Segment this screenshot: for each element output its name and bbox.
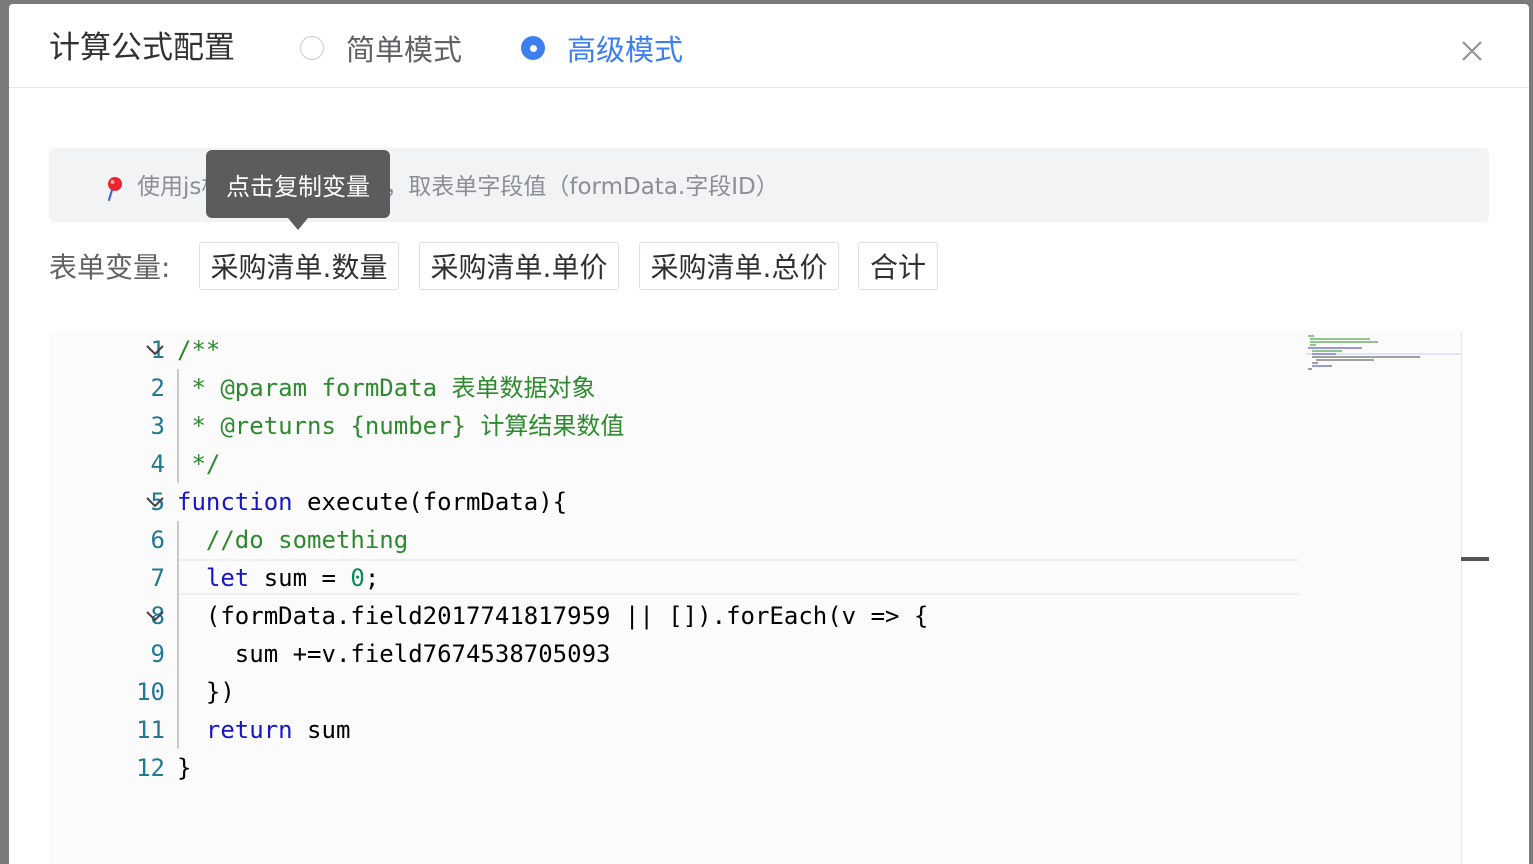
line-number: 6: [150, 526, 165, 554]
dialog-title: 计算公式配置: [49, 30, 235, 66]
variable-button-total-price[interactable]: 采购清单.总价: [639, 242, 839, 290]
radio-simple-mode[interactable]: 简单模式: [300, 28, 462, 68]
code-line: * @param formData 表单数据对象: [177, 374, 596, 402]
line-number: 7: [150, 564, 165, 592]
code-line: sum +=v.field7674538705093: [177, 640, 611, 668]
radio-advanced-indicator[interactable]: [521, 36, 545, 60]
code-line: let sum = 0;: [205, 564, 380, 592]
code-line: return sum: [205, 716, 351, 744]
pin-icon: [103, 176, 125, 204]
fold-chevron-down-icon[interactable]: [143, 597, 167, 635]
line-number: 10: [136, 678, 165, 706]
fold-chevron-down-icon[interactable]: [143, 331, 167, 369]
variable-button-unit-price[interactable]: 采购清单.单价: [419, 242, 619, 290]
line-number: 2: [150, 374, 165, 402]
variable-button-sum[interactable]: 合计: [858, 242, 938, 290]
code-line: }): [177, 678, 235, 706]
code-line: */: [177, 450, 221, 478]
code-line: * @returns {number} 计算结果数值: [177, 412, 625, 440]
form-variables-label: 表单变量:: [49, 251, 171, 284]
code-line: }: [177, 754, 192, 782]
line-number: 3: [150, 412, 165, 440]
code-minimap[interactable]: [1306, 331, 1486, 864]
radio-simple-label[interactable]: 简单模式: [346, 27, 462, 69]
scrollbar-cursor-marker: [1461, 557, 1489, 561]
editor-scrollbar[interactable]: [1461, 331, 1490, 864]
line-number: 12: [136, 754, 165, 782]
radio-advanced-label[interactable]: 高级模式: [567, 27, 683, 69]
line-number: 9: [150, 640, 165, 668]
dialog-header: 计算公式配置 简单模式 高级模式: [9, 4, 1529, 88]
line-number: 11: [136, 716, 165, 744]
line-number: 4: [150, 450, 165, 478]
code-editor[interactable]: 1 2 3 4 5 6 7 8 9 10 11 12 /** * @param …: [49, 331, 1490, 864]
radio-advanced-mode[interactable]: 高级模式: [521, 28, 683, 68]
close-icon[interactable]: [1457, 36, 1487, 66]
formula-config-dialog: 计算公式配置 简单模式 高级模式 使用js构建任意计算规则，取表单字段值（for…: [9, 4, 1529, 864]
radio-simple-indicator[interactable]: [300, 36, 324, 60]
copy-variable-tooltip: 点击复制变量: [206, 150, 390, 230]
code-line: //do something: [177, 526, 409, 554]
code-line: (formData.field2017741817959 || []).forE…: [177, 602, 929, 630]
code-line: /**: [177, 336, 221, 364]
code-line: function execute(formData){: [177, 488, 568, 516]
variable-button-quantity[interactable]: 采购清单.数量: [199, 242, 399, 290]
fold-chevron-down-icon[interactable]: [143, 483, 167, 521]
